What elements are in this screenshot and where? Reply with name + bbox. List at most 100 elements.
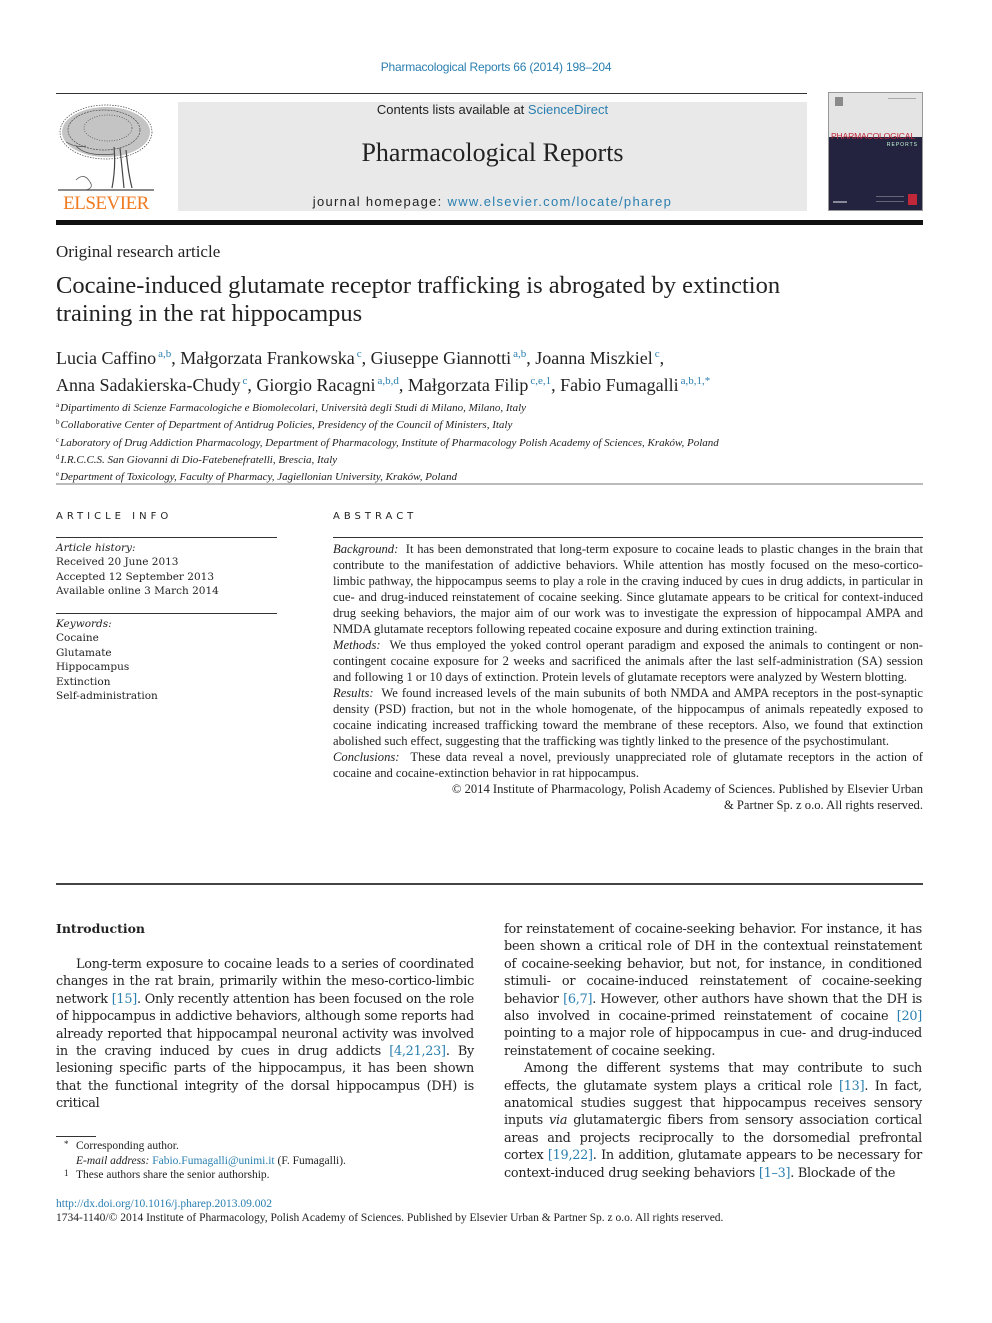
abstract-copyright-2: & Partner Sp. z o.o. All rights reserved…: [723, 798, 923, 812]
author-line-2: Anna Sadakierska-Chudy c, Giorgio Racagni…: [56, 370, 926, 397]
author-line-1: Lucia Caffino a,b, Małgorzata Frankowska c…: [56, 343, 926, 370]
article-info-rule: [56, 537, 277, 538]
citation-link[interactable]: [19,22]: [548, 1148, 593, 1163]
separator: ,: [171, 348, 181, 368]
separator: ,: [526, 348, 536, 368]
affiliation-list: aDipartimento di Scienze Farmacologiche …: [56, 398, 926, 484]
history-online: Available online 3 March 2014: [56, 585, 219, 598]
affiliation-key: b: [56, 418, 60, 427]
body-divider: [56, 883, 923, 885]
article-history: Article history: Received 20 June 2013 A…: [56, 541, 278, 599]
history-label: Article history:: [56, 542, 136, 554]
sciencedirect-link[interactable]: ScienceDirect: [528, 102, 608, 117]
affiliation-key: e: [56, 470, 60, 479]
abstract-text: We found increased levels of the main su…: [333, 686, 923, 748]
affiliation-item: bCollaborative Center of Department of A…: [56, 415, 926, 432]
footnote-corresponding: * Corresponding author.: [56, 1139, 486, 1154]
article-type: Original research article: [56, 242, 221, 261]
keywords-label: Keywords:: [56, 618, 112, 630]
author-affiliation-ref[interactable]: a,b,d: [378, 375, 399, 387]
title-line-2: training in the rat hippocampus: [56, 300, 363, 327]
affiliation-text: Collaborative Center of Department of An…: [60, 419, 513, 432]
affiliation-text: Dipartimento di Scienze Farmacologiche e…: [60, 402, 527, 414]
author-list: Lucia Caffino a,b, Małgorzata Frankowska c…: [56, 343, 926, 397]
footnote-mark: *: [64, 1139, 69, 1149]
author-name[interactable]: Lucia Caffino: [56, 348, 156, 368]
author-affiliation-ref[interactable]: a,b: [513, 348, 526, 360]
author-name[interactable]: Anna Sadakierska-Chudy: [56, 375, 240, 395]
abstract-background: Background: It has been demonstrated tha…: [333, 541, 923, 637]
abstract-text: These data reveal a novel, previously un…: [333, 750, 923, 780]
abstract-conclusions: Conclusions: These data reveal a novel, …: [333, 749, 923, 781]
affiliation-text: I.R.C.C.S. San Giovanni di Dio-Fatebenef…: [60, 453, 338, 466]
cover-publisher-mark: [833, 201, 847, 203]
cover-institute-logo-icon: [908, 194, 917, 205]
journal-cover-thumbnail[interactable]: PHARMACOLOGICAL REPORTS: [828, 92, 923, 211]
separator: ,: [659, 348, 665, 368]
journal-citation-link[interactable]: Pharmacological Reports 66 (2014) 198–20…: [0, 60, 992, 74]
doi-link[interactable]: http://dx.doi.org/10.1016/j.pharep.2013.…: [56, 1198, 272, 1210]
citation-link[interactable]: [15]: [112, 992, 138, 1007]
body-text: pointing to a major role of hippocampus …: [504, 1026, 922, 1059]
body-left-column: Long-term exposure to cocaine leads to a…: [56, 956, 474, 1113]
header-rule: [56, 93, 807, 94]
citation-link[interactable]: [20]: [897, 1009, 923, 1024]
cover-title: PHARMACOLOGICAL: [831, 131, 915, 141]
author-affiliation-ref[interactable]: a,b,1,*: [681, 375, 711, 387]
affiliation-text: Department of Toxicology, Faculty of Pha…: [60, 471, 457, 484]
author-name[interactable]: Giuseppe Giannotti: [371, 348, 511, 368]
cover-subtitle: REPORTS: [886, 142, 918, 148]
author-name[interactable]: Giorgio Racagni: [256, 375, 375, 395]
abstract-body: Background: It has been demonstrated tha…: [333, 541, 923, 813]
journal-banner: Contents lists available at ScienceDirec…: [178, 102, 807, 211]
citation-link[interactable]: [6,7]: [563, 992, 592, 1007]
email-link[interactable]: Fabio.Fumagalli@unimi.it: [152, 1155, 274, 1167]
introduction-heading: Introduction: [56, 921, 146, 936]
homepage-prefix: journal homepage:: [312, 194, 448, 209]
contents-availability: Contents lists available at ScienceDirec…: [178, 102, 807, 117]
footnotes: * Corresponding author. E-mail address: F…: [56, 1139, 486, 1183]
author-affiliation-ref[interactable]: a,b: [158, 348, 171, 360]
abstract-results: Results: We found increased levels of th…: [333, 685, 923, 749]
footnote-text: These authors share the senior authorshi…: [76, 1169, 270, 1181]
email-label: E-mail address:: [76, 1154, 150, 1167]
abstract-heading: ABSTRACT: [333, 511, 418, 522]
footnote-text: Corresponding author.: [76, 1140, 179, 1152]
journal-title: Pharmacological Reports: [361, 138, 624, 167]
author-name[interactable]: Joanna Miszkiel: [535, 348, 652, 368]
affiliation-item: aDipartimento di Scienze Farmacologiche …: [56, 398, 926, 415]
keyword-item: Glutamate: [56, 646, 112, 659]
homepage-link[interactable]: www.elsevier.com/locate/pharep: [448, 194, 673, 209]
body-paragraph: Long-term exposure to cocaine leads to a…: [56, 956, 474, 1113]
author-affiliation-ref[interactable]: c,e,1: [530, 375, 551, 387]
abstract-label: Results:: [333, 686, 374, 700]
affiliation-text: Laboratory of Drug Addiction Pharmacolog…: [60, 436, 719, 449]
author-name[interactable]: Małgorzata Frankowska: [180, 348, 354, 368]
cover-logo-icon: [835, 97, 843, 106]
contents-prefix: Contents lists available at: [376, 102, 528, 117]
keywords-rule: [56, 613, 277, 614]
history-accepted: Accepted 12 September 2013: [56, 570, 215, 583]
affiliation-item: dI.R.C.C.S. San Giovanni di Dio-Fatebene…: [56, 450, 926, 467]
cover-institute-text: [876, 196, 904, 202]
abstract-rule: [333, 537, 923, 538]
body-paragraph: Among the different systems that may con…: [504, 1060, 922, 1182]
footnote-rule: [56, 1136, 96, 1137]
title-line-1: Cocaine-induced glutamate receptor traff…: [56, 272, 781, 299]
abstract-label: Methods:: [333, 638, 381, 652]
citation-link[interactable]: [13]: [839, 1079, 865, 1094]
body-right-column: for reinstatement of cocaine-seeking beh…: [504, 921, 922, 1182]
author-name[interactable]: Małgorzata Filip: [408, 375, 528, 395]
affiliation-item: eDepartment of Toxicology, Faculty of Ph…: [56, 467, 926, 484]
citation-link[interactable]: [1–3]: [759, 1166, 791, 1181]
footnote-mark: 1: [64, 1168, 69, 1178]
footnote-email: E-mail address: Fabio.Fumagalli@unimi.it…: [56, 1154, 486, 1169]
section-divider: [56, 483, 923, 485]
abstract-label: Background:: [333, 542, 399, 556]
abstract-copyright-1: © 2014 Institute of Pharmacology, Polish…: [451, 782, 923, 796]
author-name[interactable]: Fabio Fumagalli: [560, 375, 679, 395]
body-paragraph: for reinstatement of cocaine-seeking beh…: [504, 921, 922, 1060]
cover-header-line: [888, 98, 916, 99]
citation-link[interactable]: [4,21,23]: [389, 1044, 446, 1059]
separator: ,: [247, 375, 257, 395]
